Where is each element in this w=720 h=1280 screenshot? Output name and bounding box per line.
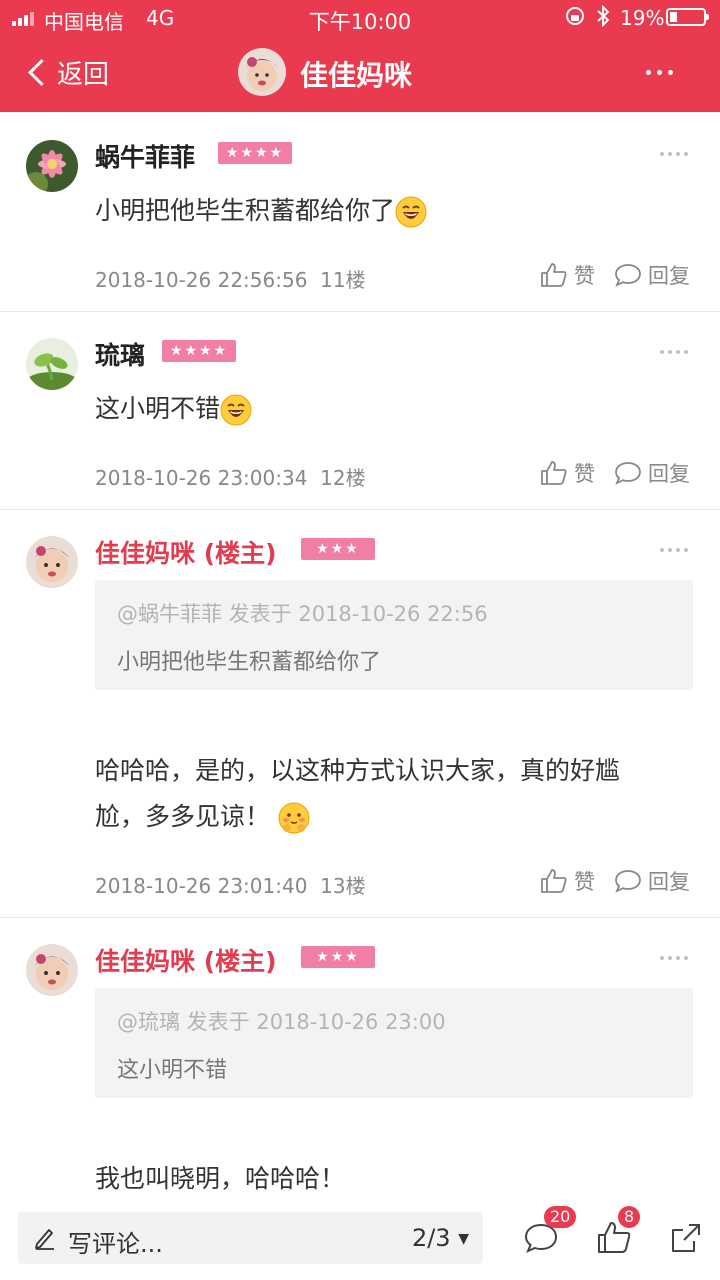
shy-face-emoji: [278, 802, 310, 834]
page-indicator: 2/3: [411, 1224, 451, 1252]
speech-bubble-icon: [615, 462, 641, 485]
comment-count-badge: 20: [544, 1206, 577, 1228]
post-text-line-2: 尬，多多见谅！: [95, 802, 271, 831]
back-button[interactable]: 返回: [26, 52, 109, 92]
timestamp: 2018-10-26 22:56:56: [95, 268, 308, 292]
post-meta: 2018-10-26 23:00:34 12楼: [95, 462, 366, 491]
caret-down-icon: ▼: [458, 1231, 469, 1247]
reply-button[interactable]: 回复: [614, 866, 690, 896]
status-bar: 中国电信 4G 下午10:00 19%: [0, 0, 720, 36]
rotation-lock-icon: [566, 7, 584, 25]
post-content: 我也叫晓明，哈哈哈！: [95, 1156, 345, 1202]
post-text: 这小明不错: [95, 394, 221, 423]
username-op[interactable]: 佳佳妈咪 (楼主): [95, 534, 277, 570]
page-selector[interactable]: 2/3 ▼: [412, 1224, 469, 1252]
like-label: 赞: [574, 264, 595, 288]
post-floor-12: 琉璃 ★★★★ 这小明不错 2018-10-26 23:00:34 12楼 赞 …: [0, 312, 720, 510]
timestamp: 2018-10-26 23:00:34: [95, 466, 308, 490]
quote-header: @琉璃 发表于 2018-10-26 23:00: [117, 1010, 446, 1034]
level-badge: ★★★★: [162, 340, 236, 362]
post-more-icon[interactable]: [660, 350, 688, 358]
post-more-icon[interactable]: [660, 956, 688, 964]
laughing-face-emoji: [220, 394, 252, 426]
like-button[interactable]: 赞: [540, 260, 595, 290]
laughing-face-emoji: [395, 196, 427, 228]
bottom-bar: 写评论... 2/3 ▼ 20 8: [0, 1206, 720, 1280]
comment-input[interactable]: 写评论... 2/3 ▼: [18, 1212, 483, 1264]
battery-percent: 19%: [620, 6, 665, 30]
pencil-icon: [35, 1229, 54, 1250]
reply-label: 回复: [648, 264, 690, 288]
back-label: 返回: [57, 59, 110, 90]
post-more-icon[interactable]: [660, 152, 688, 160]
reply-label: 回复: [648, 870, 690, 894]
post-floor-11: 蜗牛菲菲 ★★★★ 小明把他毕生积蓄都给你了 2018-10-26 22:56:…: [0, 114, 720, 312]
top-bar: 中国电信 4G 下午10:00 19% 返回 佳佳妈咪: [0, 0, 720, 112]
level-badge: ★★★★: [218, 142, 292, 164]
quote-header: @蜗牛菲菲 发表于 2018-10-26 22:56: [117, 602, 488, 626]
reply-button[interactable]: 回复: [614, 458, 690, 488]
post-more-icon[interactable]: [660, 548, 688, 556]
quote-text: 小明把他毕生积蓄都给你了: [117, 650, 382, 675]
post-meta: 2018-10-26 23:01:40 13楼: [95, 870, 366, 899]
username-op[interactable]: 佳佳妈咪 (楼主): [95, 942, 277, 978]
post-content: 小明把他毕生积蓄都给你了: [95, 188, 427, 234]
comment-placeholder: 写评论...: [68, 1230, 163, 1258]
share-button[interactable]: [668, 1220, 704, 1256]
floor-number: 12楼: [320, 466, 366, 490]
bluetooth-icon: [596, 4, 610, 32]
post-text-line-1: 哈哈哈，是的，以这种方式认识大家，真的好尴: [95, 756, 621, 785]
avatar[interactable]: [26, 536, 78, 588]
speech-bubble-icon: [615, 264, 641, 287]
floor-number: 11楼: [320, 268, 366, 292]
post-meta: 2018-10-26 22:56:56 11楼: [95, 264, 366, 293]
avatar[interactable]: [26, 944, 78, 996]
avatar[interactable]: [26, 338, 78, 390]
post-content: 哈哈哈，是的，以这种方式认识大家，真的好尴 尬，多多见谅！: [95, 748, 620, 840]
quoted-reply[interactable]: @蜗牛菲菲 发表于 2018-10-26 22:56 小明把他毕生积蓄都给你了: [95, 580, 693, 690]
username[interactable]: 蜗牛菲菲: [95, 138, 195, 174]
like-button[interactable]: 赞: [540, 458, 595, 488]
post-floor-14: 佳佳妈咪 (楼主) ★★★ @琉璃 发表于 2018-10-26 23:00 这…: [0, 918, 720, 1218]
post-content: 这小明不错: [95, 386, 252, 432]
more-dots-icon[interactable]: [646, 60, 682, 84]
username[interactable]: 琉璃: [95, 336, 145, 372]
post-floor-13: 佳佳妈咪 (楼主) ★★★ @蜗牛菲菲 发表于 2018-10-26 22:56…: [0, 510, 720, 918]
clock: 下午10:00: [308, 10, 412, 34]
battery-icon: [666, 8, 709, 26]
speech-bubble-icon: [615, 870, 641, 893]
level-badge: ★★★: [301, 538, 375, 560]
thumbs-up-icon: [541, 461, 567, 485]
level-badge: ★★★: [301, 946, 375, 968]
quoted-reply[interactable]: @琉璃 发表于 2018-10-26 23:00 这小明不错: [95, 988, 693, 1098]
header-avatar[interactable]: [238, 48, 286, 96]
floor-number: 13楼: [320, 874, 366, 898]
like-count-badge: 8: [618, 1206, 641, 1228]
chevron-left-icon: [28, 58, 55, 86]
reply-button[interactable]: 回复: [614, 260, 690, 290]
post-text: 我也叫晓明，哈哈哈！: [95, 1164, 346, 1193]
timestamp: 2018-10-26 23:01:40: [95, 874, 308, 898]
reply-label: 回复: [648, 462, 690, 486]
avatar[interactable]: [26, 140, 78, 192]
like-label: 赞: [574, 870, 595, 894]
thumbs-up-icon: [541, 869, 567, 893]
share-icon: [672, 1224, 700, 1252]
page-title: 佳佳妈咪: [300, 59, 413, 92]
like-label: 赞: [574, 462, 595, 486]
like-button[interactable]: 赞: [540, 866, 595, 896]
post-text: 小明把他毕生积蓄都给你了: [95, 196, 396, 225]
thumbs-up-icon: [541, 263, 567, 287]
quote-text: 这小明不错: [117, 1058, 228, 1083]
